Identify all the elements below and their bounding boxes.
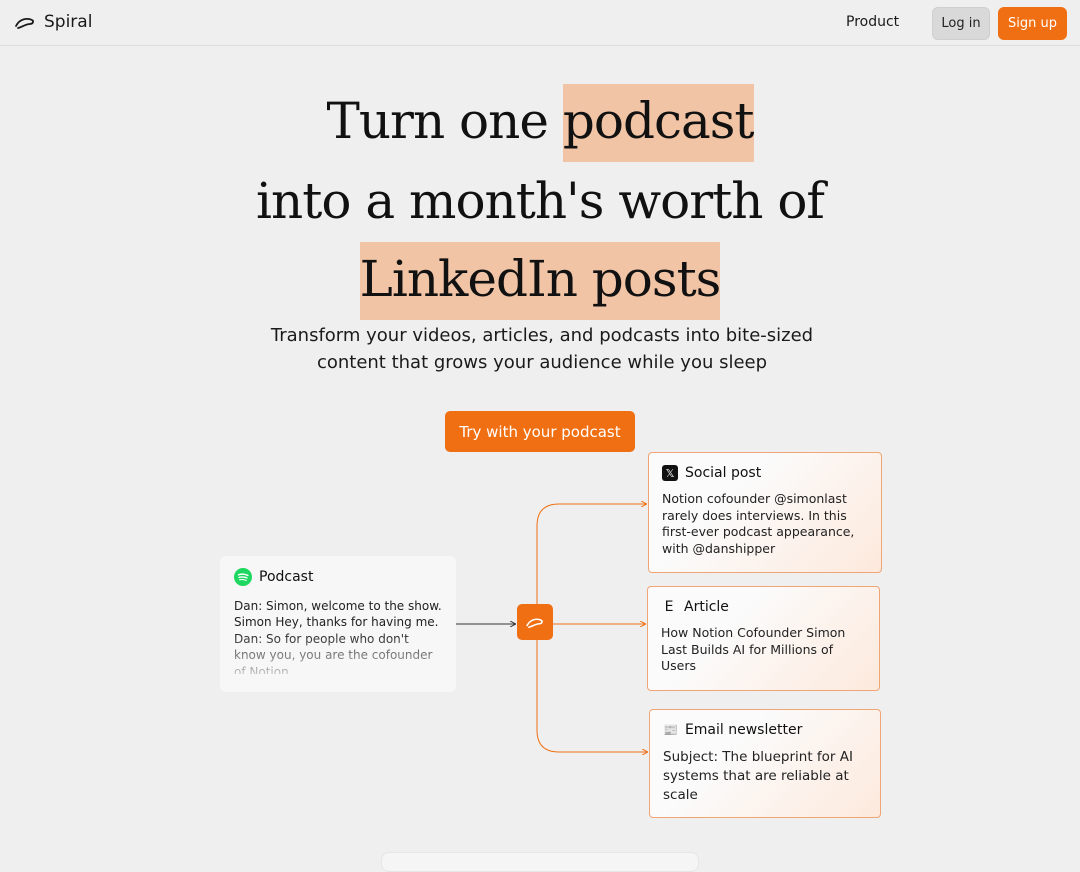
diagram-connectors [456, 0, 1080, 864]
podcast-source-card: Podcast Dan: Simon, welcome to the show.… [220, 556, 456, 692]
email-card-body: Subject: The blueprint for AI systems th… [663, 749, 853, 803]
podcast-transcript: Dan: Simon, welcome to the show. Simon H… [234, 599, 442, 674]
spiral-hub-node [517, 604, 553, 640]
email-card-header: 📰 Email newsletter [663, 722, 867, 738]
spiral-logo-icon [526, 618, 543, 629]
article-card-header: E Article [661, 599, 866, 615]
next-section-card-edge [381, 852, 699, 872]
email-card-title: Email newsletter [684, 722, 803, 738]
article-card-body: How Notion Cofounder Simon Last Builds A… [661, 625, 846, 673]
social-post-card: 𝕏 Social post Notion cofounder @simonlas… [648, 452, 882, 573]
spotify-icon [234, 568, 252, 586]
article-card: E Article How Notion Cofounder Simon Las… [647, 586, 880, 691]
x-logo-icon: 𝕏 [662, 465, 678, 481]
email-newsletter-card: 📰 Email newsletter Subject: The blueprin… [649, 709, 881, 818]
connector-hub-to-social [536, 504, 646, 604]
podcast-card-header: Podcast [234, 568, 442, 586]
newspaper-icon: 📰 [663, 723, 678, 737]
letter-e-icon: E [664, 599, 674, 615]
social-card-title: Social post [685, 465, 762, 481]
connector-hub-to-email [536, 640, 647, 752]
podcast-card-title: Podcast [259, 569, 314, 585]
article-card-title: Article [684, 599, 729, 615]
social-card-body: Notion cofounder @simonlast rarely does … [662, 491, 855, 556]
social-card-header: 𝕏 Social post [662, 465, 868, 481]
